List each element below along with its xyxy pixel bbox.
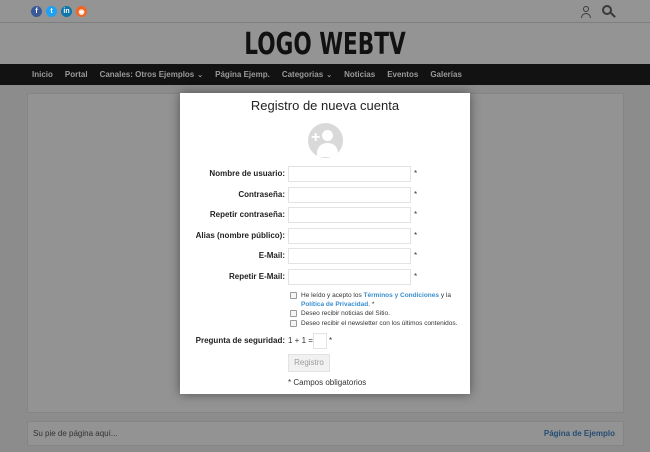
search-icon[interactable] <box>602 5 616 19</box>
registration-modal: Registro de nueva cuenta + Nombre de usu… <box>180 93 470 394</box>
social-links: f t in ◉ <box>31 6 87 17</box>
footer-text: Su pie de página aquí... <box>33 429 118 438</box>
twitter-icon[interactable]: t <box>46 6 57 17</box>
linkedin-icon[interactable]: in <box>61 6 72 17</box>
field-row-repeat-email: Repetir E-Mail: * <box>180 269 470 285</box>
terms-text: He leído y acepto los Términos y Condici… <box>301 292 451 308</box>
rss-icon[interactable]: ◉ <box>76 6 87 17</box>
required-mark: * <box>414 231 418 240</box>
news-checkbox[interactable] <box>290 310 297 317</box>
nav-item-categorias[interactable]: Categorias ⌄ <box>276 70 338 79</box>
add-user-icon: + <box>308 123 343 158</box>
security-question-row: Pregunta de seguridad: 1 + 1 = * <box>180 333 470 349</box>
repeat-password-input[interactable] <box>288 207 411 223</box>
nav-item-portal[interactable]: Portal <box>59 70 94 79</box>
news-checkbox-row: Deseo recibir noticias del Sitio. <box>290 309 460 318</box>
main-nav: Inicio Portal Canales: Otros Ejemplos ⌄ P… <box>0 64 650 85</box>
privacy-link[interactable]: Política de Privacidad <box>301 301 368 308</box>
nav-item-noticias[interactable]: Noticias <box>338 70 381 79</box>
terms-link[interactable]: Términos y Condiciones <box>364 292 440 299</box>
newsletter-checkbox[interactable] <box>290 320 297 327</box>
required-mark: * <box>414 251 418 260</box>
facebook-icon[interactable]: f <box>31 6 42 17</box>
field-row-username: Nombre de usuario: * <box>180 166 470 182</box>
repeat-email-label: Repetir E-Mail: <box>228 272 285 281</box>
newsletter-checkbox-row: Deseo recibir el newsletter con los últi… <box>290 319 460 328</box>
required-mark: * <box>329 336 333 345</box>
username-label: Nombre de usuario: <box>209 169 285 178</box>
required-mark: * <box>414 210 418 219</box>
nav-item-galerias[interactable]: Galerías <box>424 70 468 79</box>
field-row-email: E-Mail: * <box>180 248 470 264</box>
header-actions <box>580 5 616 19</box>
modal-title: Registro de nueva cuenta <box>250 98 400 113</box>
password-label: Contraseña: <box>238 190 285 199</box>
nav-item-eventos[interactable]: Eventos <box>381 70 424 79</box>
news-checkbox-label: Deseo recibir noticias del Sitio. <box>301 310 390 317</box>
field-row-repeat-password: Repetir contraseña: * <box>180 207 470 223</box>
user-icon[interactable] <box>580 6 592 18</box>
alias-input[interactable] <box>288 228 411 244</box>
register-button[interactable]: Registro <box>288 354 330 372</box>
terms-checkbox-row: He leído y acepto los Términos y Condici… <box>290 291 460 309</box>
alias-label: Alias (nombre público): <box>195 231 285 240</box>
footer-link[interactable]: Página de Ejemplo <box>544 429 615 438</box>
password-input[interactable] <box>288 187 411 203</box>
field-row-alias: Alias (nombre público): * <box>180 228 470 244</box>
chevron-down-icon: ⌄ <box>197 71 204 79</box>
security-answer-input[interactable] <box>313 333 327 349</box>
required-mark: * <box>414 169 418 178</box>
nav-item-pagina-ejemp[interactable]: Página Ejemp. <box>209 70 276 79</box>
email-label: E-Mail: <box>258 251 285 260</box>
chevron-down-icon: ⌄ <box>326 71 333 79</box>
email-input[interactable] <box>288 248 411 264</box>
top-bar: f t in ◉ LOGO WEBTV <box>0 0 650 64</box>
repeat-password-label: Repetir contraseña: <box>209 210 285 219</box>
security-question-label: Pregunta de seguridad: <box>195 336 285 345</box>
field-row-password: Contraseña: * <box>180 187 470 203</box>
security-question: 1 + 1 = <box>288 336 313 345</box>
required-mark: * <box>414 272 418 281</box>
nav-item-canales[interactable]: Canales: Otros Ejemplos ⌄ <box>94 70 210 79</box>
site-logo[interactable]: LOGO WEBTV <box>91 27 559 62</box>
footer: Su pie de página aquí... Página de Ejemp… <box>27 421 624 446</box>
required-fields-note: * Campos obligatorios <box>288 378 367 387</box>
terms-checkbox[interactable] <box>290 292 297 299</box>
newsletter-checkbox-label: Deseo recibir el newsletter con los últi… <box>301 320 458 327</box>
required-mark: * <box>414 190 418 199</box>
repeat-email-input[interactable] <box>288 269 411 285</box>
header-divider <box>0 22 650 23</box>
username-input[interactable] <box>288 166 411 182</box>
nav-item-inicio[interactable]: Inicio <box>26 70 59 79</box>
